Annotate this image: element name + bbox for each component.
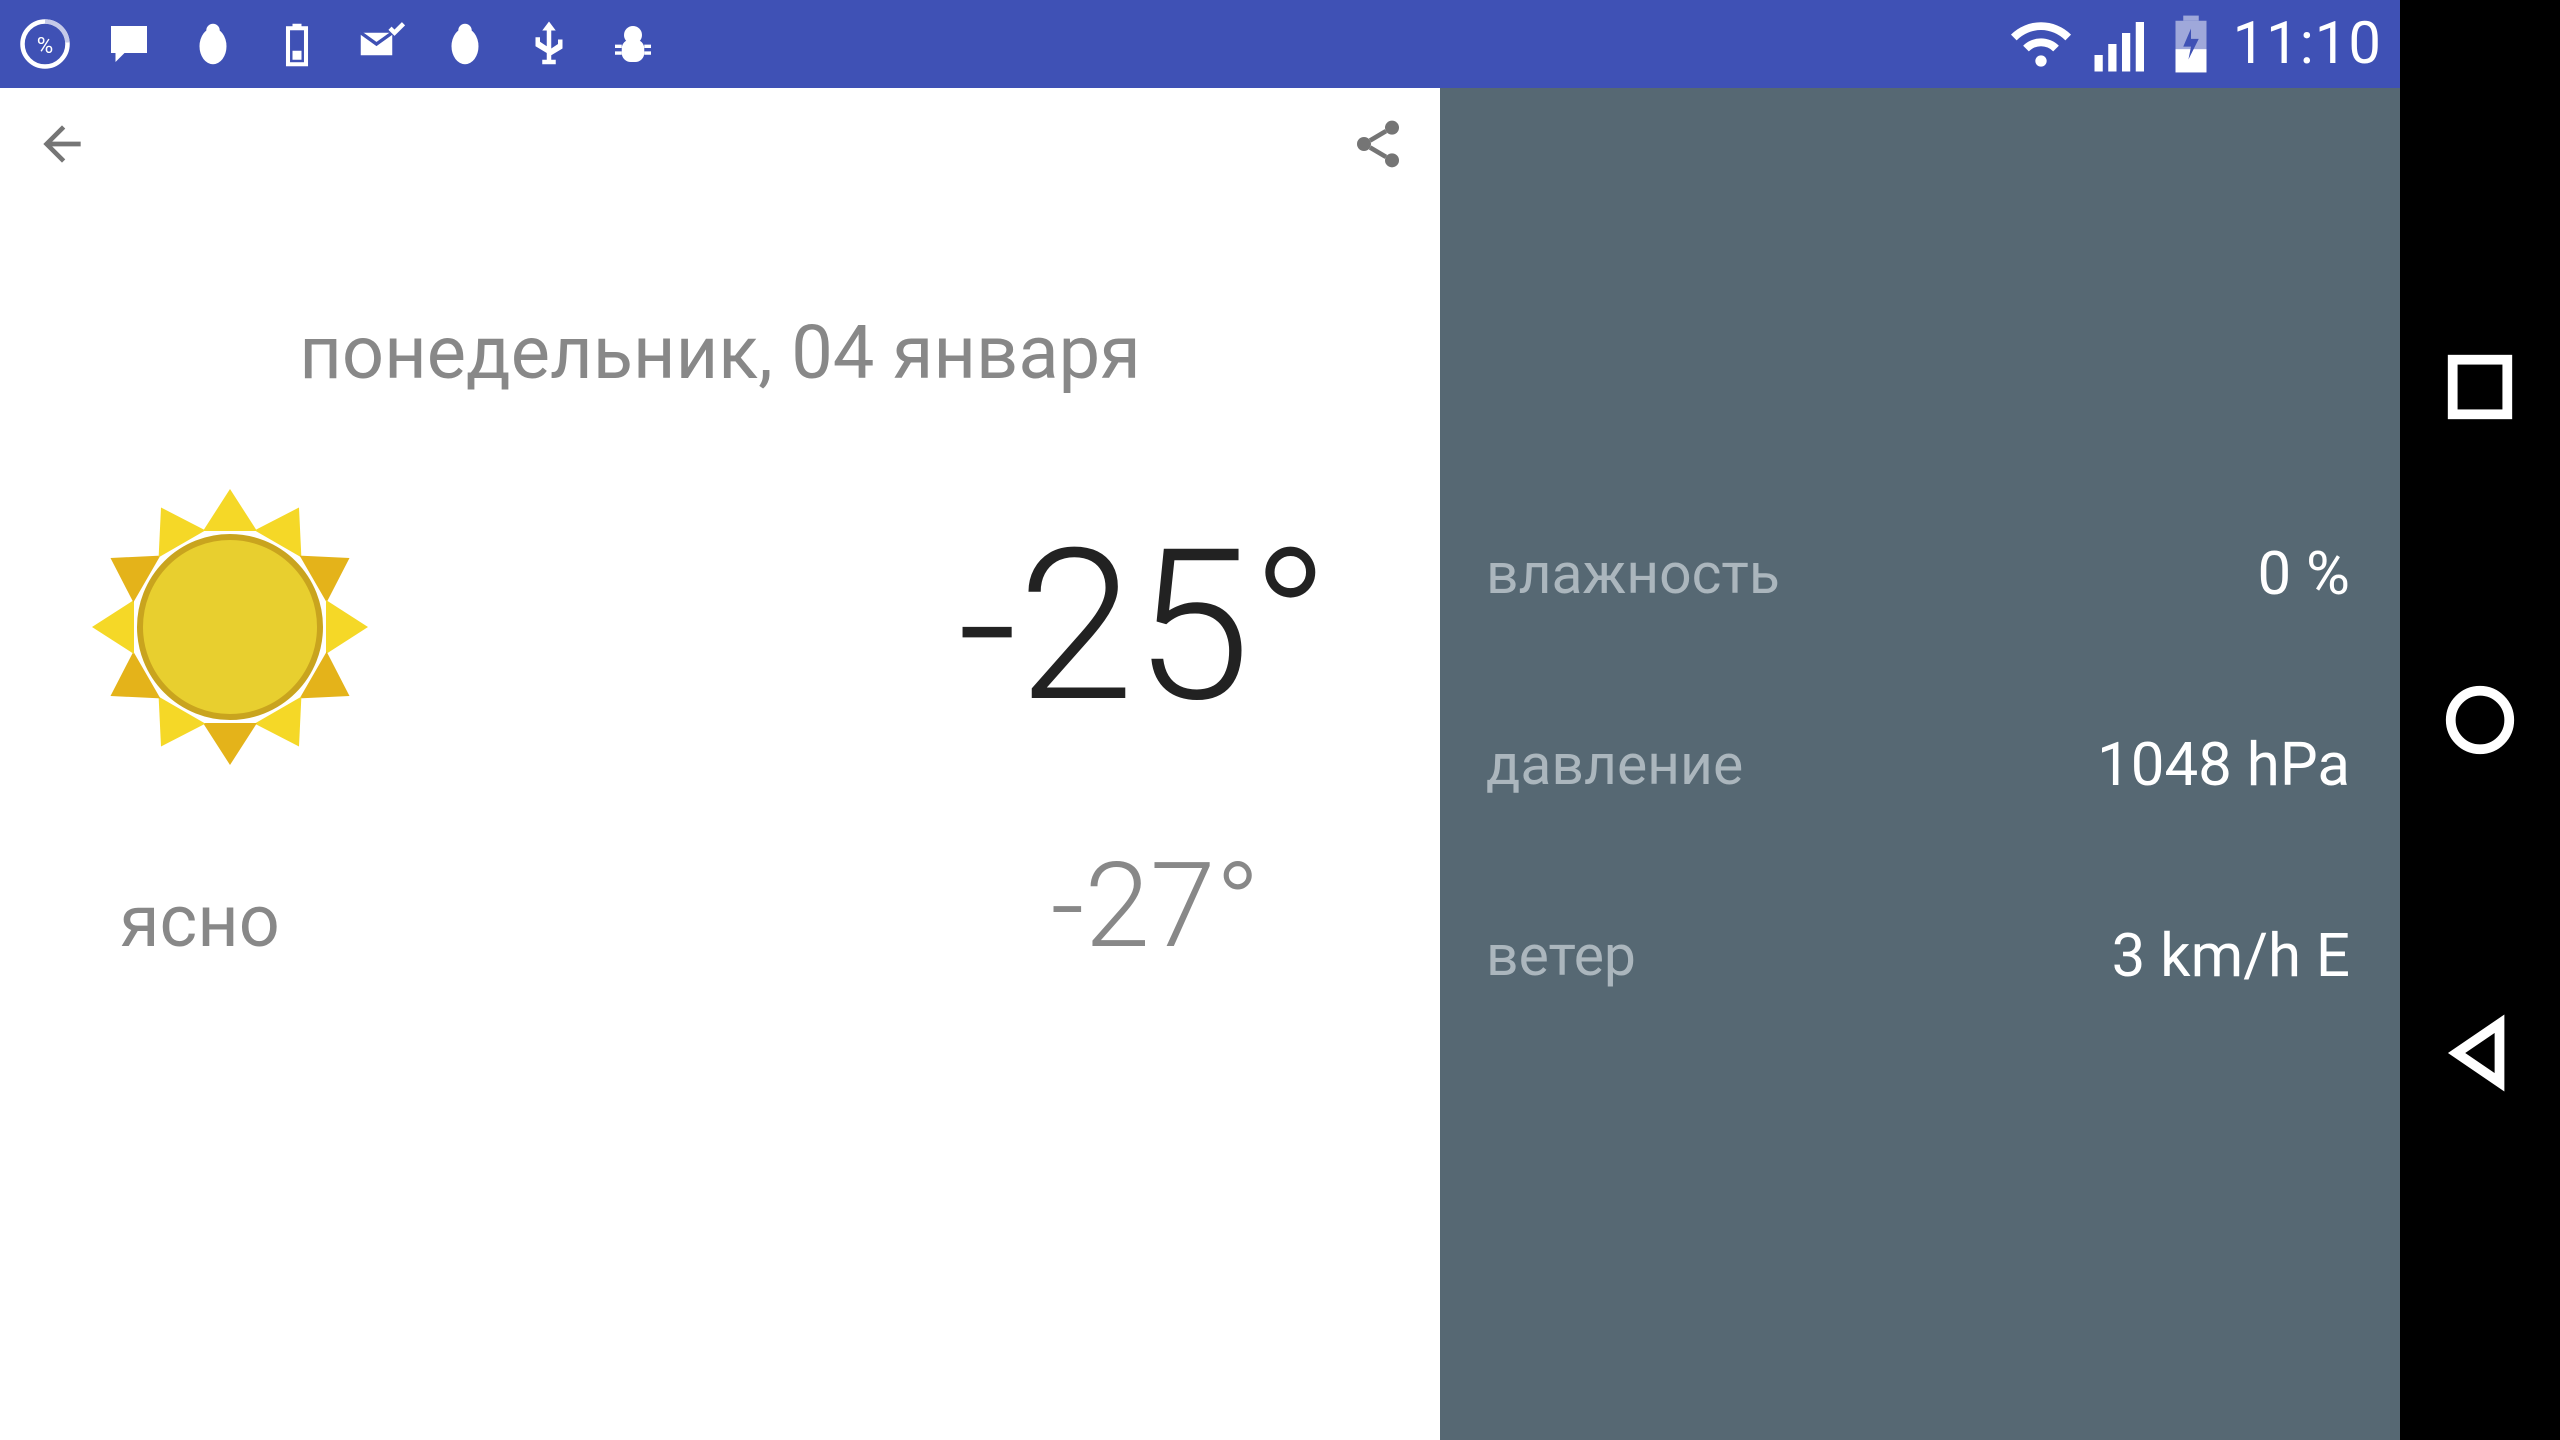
battery-charging-icon — [2169, 13, 2213, 75]
adb-debug-icon — [606, 17, 660, 71]
back-button[interactable] — [28, 110, 96, 178]
wind-value: 3 km/h E — [2112, 920, 2350, 991]
temperature-block: -25° — [957, 517, 1340, 738]
nav-home-button[interactable] — [2441, 681, 2519, 759]
bug-solid2-icon — [438, 17, 492, 71]
app-body: понедельник, 04 января — [0, 88, 2400, 1440]
status-bar: % — [0, 0, 2400, 88]
share-button[interactable] — [1344, 110, 1412, 178]
condition-label: ясно — [120, 879, 280, 964]
status-time: 11:10 — [2233, 10, 2382, 78]
low-temperature: -27° — [1051, 837, 1320, 975]
details-pane: влажность 0 % давление 1048 hPa ветер 3 … — [1440, 88, 2400, 1440]
metric-humidity: влажность 0 % — [1486, 538, 2350, 609]
humidity-label: влажность — [1486, 540, 1780, 607]
date-label: понедельник, 04 января — [0, 310, 1440, 397]
android-nav-bar — [2400, 0, 2560, 1440]
message-icon — [102, 17, 156, 71]
sun-icon — [80, 477, 380, 777]
signal-icon — [2089, 11, 2155, 77]
status-bar-right: 11:10 — [2007, 10, 2382, 78]
nav-back-button[interactable] — [2441, 1014, 2519, 1092]
bug-solid-icon — [186, 17, 240, 71]
condition-row: ясно -27° — [0, 807, 1440, 975]
high-temperature: -25° — [957, 517, 1330, 738]
main-pane: понедельник, 04 января — [0, 88, 1440, 1440]
battery-outline-icon — [270, 17, 324, 71]
pressure-label: давление — [1486, 731, 1743, 798]
app-bar — [0, 88, 1440, 200]
metric-wind: ветер 3 km/h E — [1486, 920, 2350, 991]
weather-content: понедельник, 04 января — [0, 200, 1440, 1440]
wind-label: ветер — [1486, 922, 1636, 989]
temperature-row: -25° — [0, 477, 1440, 777]
percent-icon: % — [18, 17, 72, 71]
pressure-value: 1048 hPa — [2097, 729, 2350, 800]
usb-icon — [522, 17, 576, 71]
status-bar-left: % — [18, 17, 660, 71]
wifi-icon — [2007, 10, 2075, 78]
device-screen: % — [0, 0, 2400, 1440]
mail-check-icon — [354, 17, 408, 71]
nav-recent-button[interactable] — [2441, 348, 2519, 426]
humidity-value: 0 % — [2257, 538, 2350, 609]
svg-text:%: % — [37, 33, 53, 59]
metric-pressure: давление 1048 hPa — [1486, 729, 2350, 800]
